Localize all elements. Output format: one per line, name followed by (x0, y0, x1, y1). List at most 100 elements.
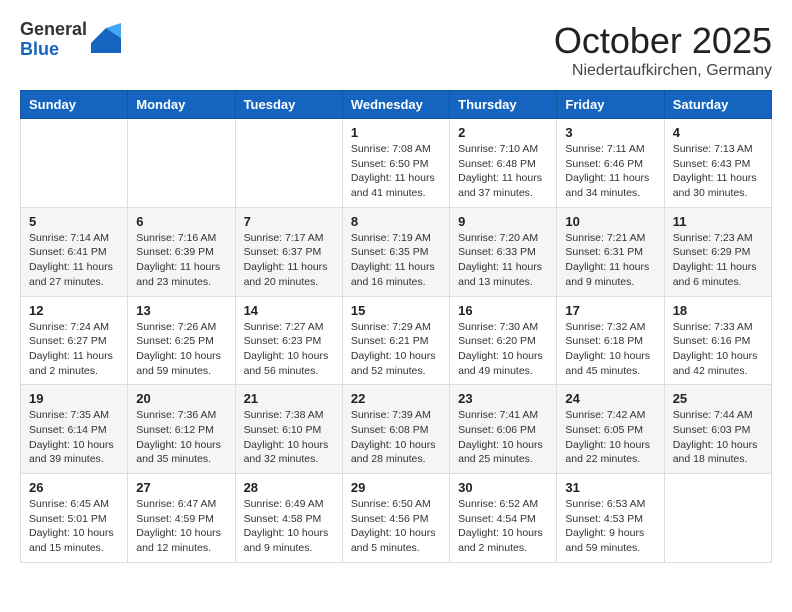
day-info: Sunrise: 7:33 AM Sunset: 6:16 PM Dayligh… (673, 320, 763, 379)
day-number: 1 (351, 125, 441, 140)
day-info: Sunrise: 7:44 AM Sunset: 6:03 PM Dayligh… (673, 408, 763, 467)
day-number: 15 (351, 303, 441, 318)
day-info: Sunrise: 6:53 AM Sunset: 4:53 PM Dayligh… (565, 497, 655, 556)
day-info: Sunrise: 6:47 AM Sunset: 4:59 PM Dayligh… (136, 497, 226, 556)
day-info: Sunrise: 7:41 AM Sunset: 6:06 PM Dayligh… (458, 408, 548, 467)
calendar-cell: 6 Sunrise: 7:16 AM Sunset: 6:39 PM Daylig… (128, 207, 235, 296)
day-info: Sunrise: 7:35 AM Sunset: 6:14 PM Dayligh… (29, 408, 119, 467)
calendar-cell: 4 Sunrise: 7:13 AM Sunset: 6:43 PM Daylig… (664, 119, 771, 208)
day-number: 9 (458, 214, 548, 229)
calendar-cell: 22Sunrise: 7:39 AM Sunset: 6:08 PM Dayli… (342, 385, 449, 474)
calendar-cell: 19 Sunrise: 7:35 AM Sunset: 6:14 PM Dayli… (21, 385, 128, 474)
calendar-cell: 25 Sunrise: 7:44 AM Sunset: 6:03 PM Dayli… (664, 385, 771, 474)
calendar-cell: 21 Sunrise: 7:38 AM Sunset: 6:10 PM Dayli… (235, 385, 342, 474)
day-info: Sunrise: 7:30 AM Sunset: 6:20 PM Dayligh… (458, 320, 548, 379)
calendar-cell: 31 Sunrise: 6:53 AM Sunset: 4:53 PM Dayli… (557, 474, 664, 563)
day-info: Sunrise: 7:08 AM Sunset: 6:50 PM Dayligh… (351, 142, 441, 201)
day-info: Sunrise: 7:42 AM Sunset: 6:05 PM Dayligh… (565, 408, 655, 467)
calendar-cell: 20 Sunrise: 7:36 AM Sunset: 6:12 PM Dayli… (128, 385, 235, 474)
calendar-cell: 7 Sunrise: 7:17 AM Sunset: 6:37 PM Daylig… (235, 207, 342, 296)
calendar-cell: 5 Sunrise: 7:14 AM Sunset: 6:41 PM Daylig… (21, 207, 128, 296)
calendar-cell: 9Sunrise: 7:20 AM Sunset: 6:33 PM Daylig… (450, 207, 557, 296)
day-info: Sunrise: 6:49 AM Sunset: 4:58 PM Dayligh… (244, 497, 334, 556)
calendar-cell (21, 119, 128, 208)
day-number: 7 (244, 214, 334, 229)
weekday-header-row: SundayMondayTuesdayWednesdayThursdayFrid… (21, 91, 772, 119)
calendar-cell: 2 Sunrise: 7:10 AM Sunset: 6:48 PM Daylig… (450, 119, 557, 208)
calendar-cell: 16 Sunrise: 7:30 AM Sunset: 6:20 PM Dayli… (450, 296, 557, 385)
day-info: Sunrise: 7:17 AM Sunset: 6:37 PM Dayligh… (244, 231, 334, 290)
day-number: 16 (458, 303, 548, 318)
day-info: Sunrise: 7:23 AM Sunset: 6:29 PM Dayligh… (673, 231, 763, 290)
day-number: 24 (565, 391, 655, 406)
day-number: 14 (244, 303, 334, 318)
calendar-cell: 3Sunrise: 7:11 AM Sunset: 6:46 PM Daylig… (557, 119, 664, 208)
calendar-cell: 14 Sunrise: 7:27 AM Sunset: 6:23 PM Dayli… (235, 296, 342, 385)
day-number: 6 (136, 214, 226, 229)
logo-icon (91, 23, 121, 53)
calendar-cell: 13 Sunrise: 7:26 AM Sunset: 6:25 PM Dayli… (128, 296, 235, 385)
calendar-cell: 12 Sunrise: 7:24 AM Sunset: 6:27 PM Dayli… (21, 296, 128, 385)
day-number: 28 (244, 480, 334, 495)
logo-general: General (20, 20, 87, 40)
day-info: Sunrise: 7:24 AM Sunset: 6:27 PM Dayligh… (29, 320, 119, 379)
day-info: Sunrise: 7:39 AM Sunset: 6:08 PM Dayligh… (351, 408, 441, 467)
day-number: 4 (673, 125, 763, 140)
calendar-cell (128, 119, 235, 208)
calendar-cell: 10Sunrise: 7:21 AM Sunset: 6:31 PM Dayli… (557, 207, 664, 296)
day-info: Sunrise: 7:38 AM Sunset: 6:10 PM Dayligh… (244, 408, 334, 467)
day-info: Sunrise: 6:45 AM Sunset: 5:01 PM Dayligh… (29, 497, 119, 556)
location: Niedertaufkirchen, Germany (554, 62, 772, 80)
day-info: Sunrise: 7:13 AM Sunset: 6:43 PM Dayligh… (673, 142, 763, 201)
calendar-cell: 24 Sunrise: 7:42 AM Sunset: 6:05 PM Dayli… (557, 385, 664, 474)
day-info: Sunrise: 7:36 AM Sunset: 6:12 PM Dayligh… (136, 408, 226, 467)
month-title: October 2025 (554, 20, 772, 62)
day-number: 29 (351, 480, 441, 495)
calendar-cell: 30Sunrise: 6:52 AM Sunset: 4:54 PM Dayli… (450, 474, 557, 563)
day-number: 8 (351, 214, 441, 229)
calendar-cell: 26 Sunrise: 6:45 AM Sunset: 5:01 PM Dayli… (21, 474, 128, 563)
calendar-cell: 1 Sunrise: 7:08 AM Sunset: 6:50 PM Daylig… (342, 119, 449, 208)
logo-blue: Blue (20, 40, 87, 60)
day-info: Sunrise: 7:26 AM Sunset: 6:25 PM Dayligh… (136, 320, 226, 379)
title-block: October 2025 Niedertaufkirchen, Germany (554, 20, 772, 80)
weekday-header-monday: Monday (128, 91, 235, 119)
day-number: 26 (29, 480, 119, 495)
day-info: Sunrise: 7:32 AM Sunset: 6:18 PM Dayligh… (565, 320, 655, 379)
day-info: Sunrise: 7:10 AM Sunset: 6:48 PM Dayligh… (458, 142, 548, 201)
calendar-cell: 29 Sunrise: 6:50 AM Sunset: 4:56 PM Dayli… (342, 474, 449, 563)
day-info: Sunrise: 7:29 AM Sunset: 6:21 PM Dayligh… (351, 320, 441, 379)
day-number: 5 (29, 214, 119, 229)
calendar-cell: 28 Sunrise: 6:49 AM Sunset: 4:58 PM Dayli… (235, 474, 342, 563)
day-number: 27 (136, 480, 226, 495)
day-number: 20 (136, 391, 226, 406)
calendar-cell: 15 Sunrise: 7:29 AM Sunset: 6:21 PM Dayli… (342, 296, 449, 385)
day-number: 18 (673, 303, 763, 318)
week-row-3: 12 Sunrise: 7:24 AM Sunset: 6:27 PM Dayli… (21, 296, 772, 385)
day-number: 12 (29, 303, 119, 318)
day-info: Sunrise: 7:16 AM Sunset: 6:39 PM Dayligh… (136, 231, 226, 290)
day-info: Sunrise: 6:50 AM Sunset: 4:56 PM Dayligh… (351, 497, 441, 556)
calendar-cell (664, 474, 771, 563)
page-header: General Blue October 2025 Niedertaufkirc… (20, 20, 772, 80)
day-number: 13 (136, 303, 226, 318)
day-info: Sunrise: 7:11 AM Sunset: 6:46 PM Dayligh… (565, 142, 655, 201)
weekday-header-wednesday: Wednesday (342, 91, 449, 119)
weekday-header-friday: Friday (557, 91, 664, 119)
day-number: 31 (565, 480, 655, 495)
day-number: 23 (458, 391, 548, 406)
day-number: 19 (29, 391, 119, 406)
day-number: 2 (458, 125, 548, 140)
day-number: 21 (244, 391, 334, 406)
day-number: 10 (565, 214, 655, 229)
calendar-cell (235, 119, 342, 208)
week-row-4: 19 Sunrise: 7:35 AM Sunset: 6:14 PM Dayli… (21, 385, 772, 474)
week-row-5: 26 Sunrise: 6:45 AM Sunset: 5:01 PM Dayli… (21, 474, 772, 563)
week-row-2: 5 Sunrise: 7:14 AM Sunset: 6:41 PM Daylig… (21, 207, 772, 296)
day-info: Sunrise: 7:14 AM Sunset: 6:41 PM Dayligh… (29, 231, 119, 290)
weekday-header-saturday: Saturday (664, 91, 771, 119)
day-info: Sunrise: 7:27 AM Sunset: 6:23 PM Dayligh… (244, 320, 334, 379)
day-number: 17 (565, 303, 655, 318)
day-info: Sunrise: 7:19 AM Sunset: 6:35 PM Dayligh… (351, 231, 441, 290)
day-number: 25 (673, 391, 763, 406)
